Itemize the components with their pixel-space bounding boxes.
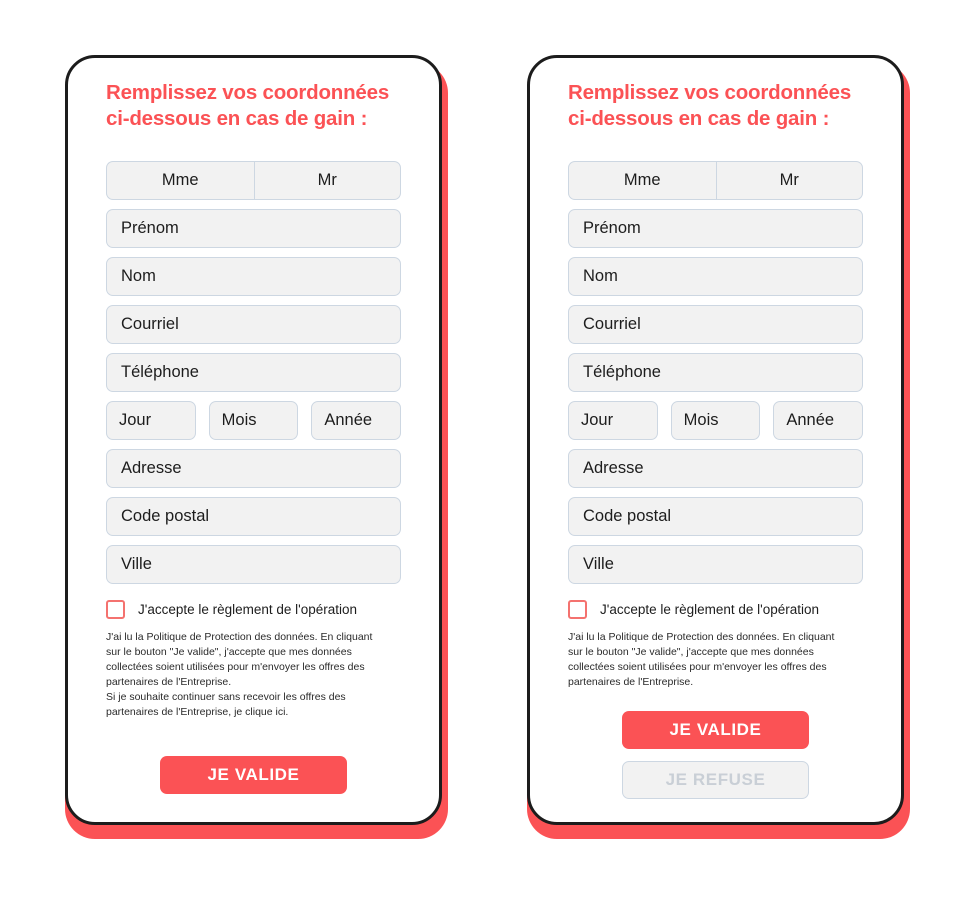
adresse-input[interactable]: Adresse [568,449,863,489]
form-card-variant-b: Remplissez vos coordonnées ci-dessous en… [527,55,910,839]
birthdate-row: Jour Mois Année [568,401,864,441]
prenom-input[interactable]: Prénom [106,209,401,249]
consent-checkbox[interactable] [106,600,125,620]
ville-input[interactable]: Ville [106,545,401,585]
ville-input[interactable]: Ville [568,545,863,585]
birthdate-row: Jour Mois Année [106,401,402,441]
salutation-selector[interactable]: Mme Mr [568,161,863,201]
code-postal-input[interactable]: Code postal [568,497,863,537]
privacy-fine-print: J'ai lu la Politique de Protection des d… [568,631,835,689]
jour-input[interactable]: Jour [106,401,196,441]
card-body: Remplissez vos coordonnées ci-dessous en… [65,55,442,825]
refuse-button[interactable]: JE REFUSE [622,761,809,800]
courriel-input[interactable]: Courriel [568,305,863,345]
form-card-variant-a: Remplissez vos coordonnées ci-dessous en… [65,55,448,839]
salutation-option-mr[interactable]: Mr [253,161,401,201]
prenom-input[interactable]: Prénom [568,209,863,249]
consent-checkbox[interactable] [568,600,587,620]
salutation-option-mme[interactable]: Mme [106,161,254,201]
nom-input[interactable]: Nom [106,257,401,297]
consent-label: J'accepte le règlement de l'opération [600,602,820,618]
page-root: Remplissez vos coordonnées ci-dessous en… [0,0,976,898]
consent-label: J'accepte le règlement de l'opération [138,602,358,618]
salutation-option-mme[interactable]: Mme [568,161,716,201]
validate-button[interactable]: JE VALIDE [160,755,347,794]
salutation-selector[interactable]: Mme Mr [106,161,401,201]
nom-input[interactable]: Nom [568,257,863,297]
mois-input[interactable]: Mois [670,401,761,441]
telephone-input[interactable]: Téléphone [106,353,401,393]
page-title: Remplissez vos coordonnées ci-dessous en… [568,81,852,131]
salutation-option-mr[interactable]: Mr [715,161,863,201]
jour-input[interactable]: Jour [568,401,658,441]
validate-button[interactable]: JE VALIDE [622,711,809,750]
annee-input[interactable]: Année [311,401,402,441]
code-postal-input[interactable]: Code postal [106,497,401,537]
consent-row[interactable]: J'accepte le règlement de l'opération [568,600,863,620]
telephone-input[interactable]: Téléphone [568,353,863,393]
courriel-input[interactable]: Courriel [106,305,401,345]
page-title: Remplissez vos coordonnées ci-dessous en… [106,81,390,131]
annee-input[interactable]: Année [773,401,864,441]
privacy-fine-print: J'ai lu la Politique de Protection des d… [106,631,373,718]
card-body: Remplissez vos coordonnées ci-dessous en… [527,55,904,825]
consent-row[interactable]: J'accepte le règlement de l'opération [106,600,401,620]
mois-input[interactable]: Mois [208,401,299,441]
adresse-input[interactable]: Adresse [106,449,401,489]
